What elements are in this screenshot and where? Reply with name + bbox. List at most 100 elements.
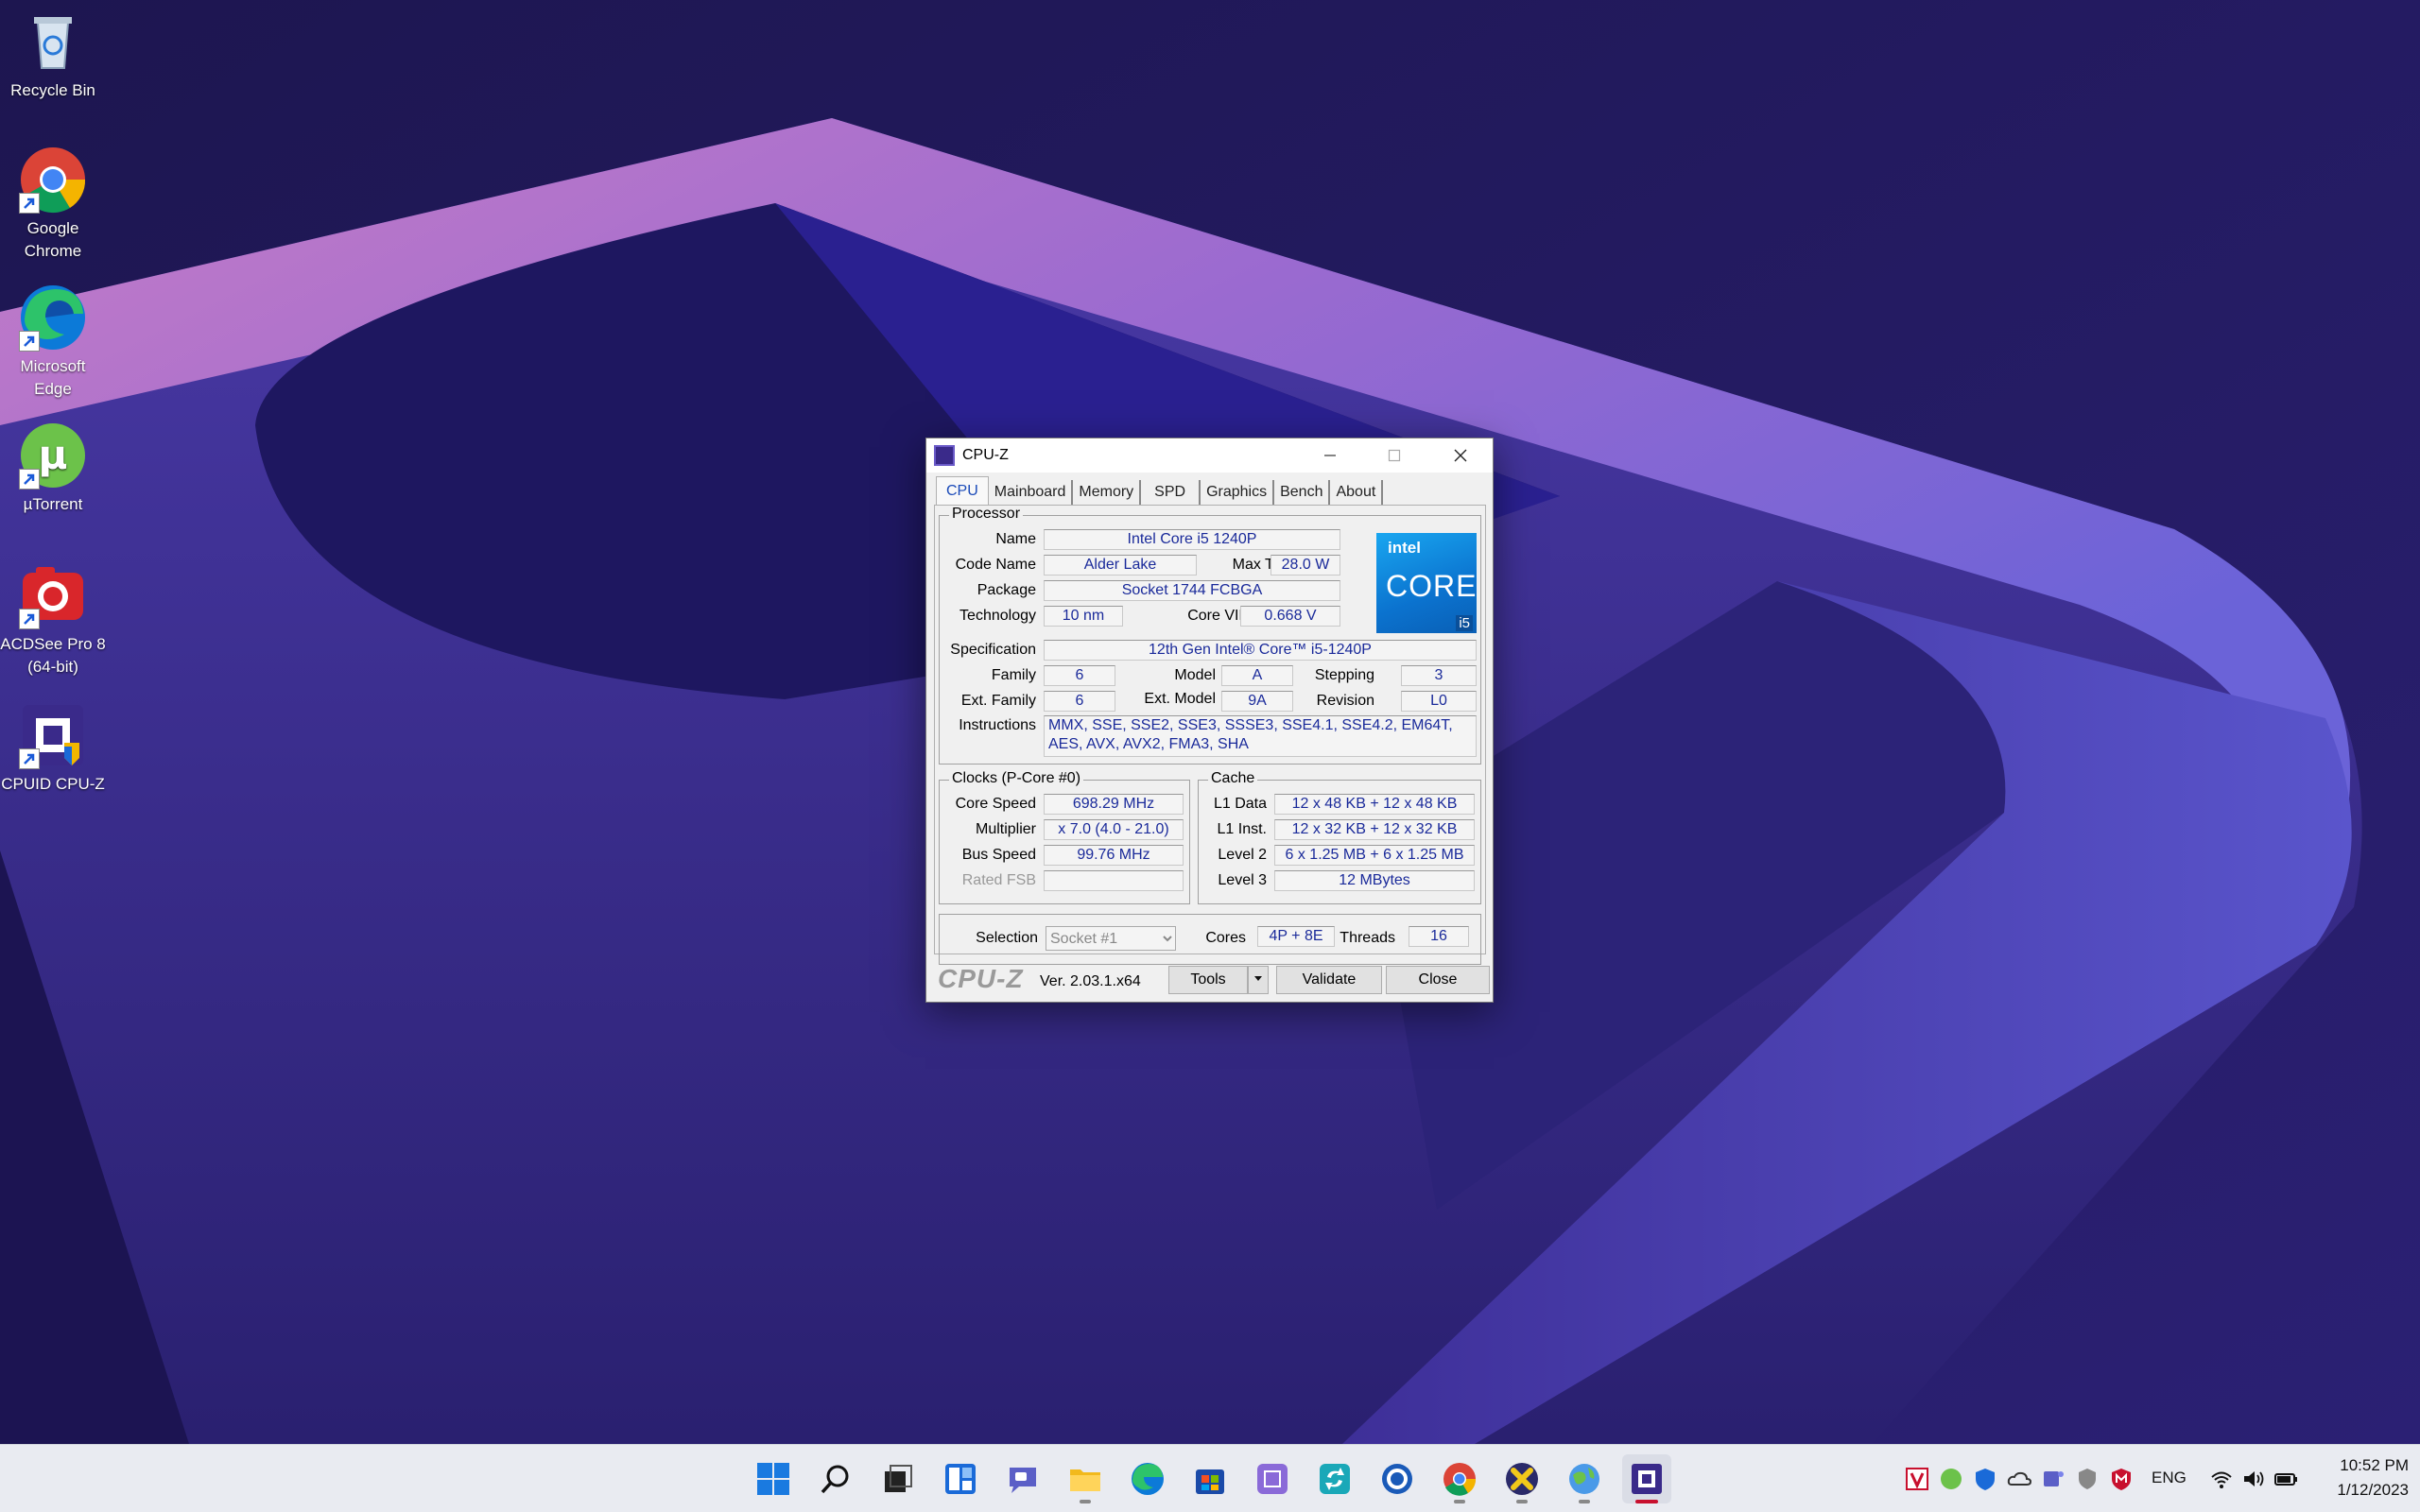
minimize-button[interactable]: [1298, 438, 1362, 472]
name-label: Name: [995, 531, 1036, 547]
extfamily-label: Ext. Family: [960, 693, 1036, 709]
desktop-icon-acdsee[interactable]: ACDSee Pro 8 (64-bit): [0, 559, 106, 679]
app-globe-button[interactable]: [1560, 1454, 1609, 1503]
tab-cpu[interactable]: CPU: [936, 476, 989, 505]
cpuz-brand-logo: CPU-Z: [938, 964, 1024, 993]
tray-mcafee-icon[interactable]: [2108, 1466, 2135, 1492]
busspeed-value: 99.76 MHz: [1044, 845, 1184, 866]
busspeed-label: Bus Speed: [961, 847, 1036, 863]
edge-taskbar-button[interactable]: [1123, 1454, 1172, 1503]
minimize-icon: [1324, 455, 1336, 456]
chrome-icon: [1443, 1463, 1477, 1496]
tray-shield-icon[interactable]: [2074, 1466, 2100, 1492]
cpuz-window: CPU-Z CPU Mainboard Memory SPD Graphics …: [925, 438, 1494, 1003]
tools-button[interactable]: Tools: [1168, 966, 1248, 994]
desktop-icon-label: Recycle Bin: [10, 81, 95, 99]
desktop-icon-label: CPUID CPU-Z: [1, 775, 105, 793]
package-value: Socket 1744 FCBGA: [1044, 580, 1340, 601]
store-button[interactable]: [1185, 1454, 1235, 1503]
running-indicator: [1516, 1500, 1528, 1503]
desktop-icon-label: µTorrent: [23, 495, 83, 513]
acdsee-icon: [17, 559, 89, 631]
l1data-value: 12 x 48 KB + 12 x 48 KB: [1274, 794, 1475, 815]
level2-label: Level 2: [1218, 847, 1267, 863]
tray-onedrive-icon[interactable]: [2006, 1466, 2032, 1492]
desktop-icon-edge[interactable]: Microsoft Edge: [0, 282, 106, 401]
chrome-taskbar-button[interactable]: [1435, 1454, 1484, 1503]
version-label: Ver. 2.03.1.x64: [1040, 973, 1141, 989]
tab-about[interactable]: About: [1330, 480, 1384, 505]
close-window-button[interactable]: [1428, 438, 1493, 472]
desktop-icon-cpuz[interactable]: CPUID CPU-Z: [0, 699, 106, 796]
clock-date[interactable]: 1/12/2023: [2316, 1481, 2409, 1500]
store-icon: [1196, 1469, 1224, 1494]
instructions-value: MMX, SSE, SSE2, SSE3, SSSE3, SSE4.1, SSE…: [1044, 715, 1477, 757]
desktop-icon-utorrent[interactable]: µ µTorrent: [0, 420, 106, 516]
edge-icon: [17, 282, 89, 353]
wifi-icon[interactable]: [2208, 1466, 2235, 1492]
app-purple-button[interactable]: [1248, 1454, 1297, 1503]
widgets-icon: [945, 1464, 976, 1494]
utorrent-icon: µ: [17, 420, 89, 491]
tray-teams-icon[interactable]: [2040, 1466, 2066, 1492]
threads-label: Threads: [1340, 930, 1395, 946]
close-button[interactable]: Close: [1386, 966, 1490, 994]
codename-value: Alder Lake: [1044, 555, 1197, 576]
ratedfsb-value: [1044, 870, 1184, 891]
window-footer: CPU-Z Ver. 2.03.1.x64 Tools Validate Clo…: [926, 958, 1493, 1000]
tab-bench[interactable]: Bench: [1274, 480, 1331, 505]
app-sync-button[interactable]: [1310, 1454, 1359, 1503]
desktop-icon-recycle-bin[interactable]: Recycle Bin: [0, 6, 106, 102]
edge-icon: [1132, 1463, 1164, 1495]
stepping-value: 3: [1401, 665, 1477, 686]
selection-label: Selection: [976, 930, 1038, 946]
tab-spd[interactable]: SPD: [1141, 480, 1201, 505]
desktop-icon-label: ACDSee Pro 8 (64-bit): [0, 635, 106, 676]
tools-dropdown-button[interactable]: [1248, 966, 1269, 994]
corevid-value: 0.668 V: [1240, 606, 1340, 627]
language-indicator[interactable]: ENG: [2152, 1469, 2187, 1487]
validate-button[interactable]: Validate: [1276, 966, 1382, 994]
socket-select[interactable]: Socket #1: [1046, 926, 1176, 951]
level3-value: 12 MBytes: [1274, 870, 1475, 891]
cpuz-taskbar-button[interactable]: [1622, 1454, 1671, 1503]
maximize-button[interactable]: [1362, 438, 1426, 472]
shortcut-arrow-icon: [19, 748, 40, 769]
file-explorer-button[interactable]: [1061, 1454, 1110, 1503]
tab-graphics[interactable]: Graphics: [1201, 480, 1275, 505]
ratedfsb-label: Rated FSB: [961, 872, 1036, 888]
tray-utorrent-icon[interactable]: [1938, 1466, 1964, 1492]
revision-label: Revision: [1316, 693, 1374, 709]
running-indicator: [1454, 1500, 1465, 1503]
clock-time[interactable]: 10:52 PM: [2325, 1456, 2409, 1475]
title-bar[interactable]: CPU-Z: [926, 438, 1493, 472]
tray-vivaldi-icon[interactable]: [1904, 1466, 1930, 1492]
app-circle-icon: [1382, 1464, 1412, 1494]
search-button[interactable]: [811, 1454, 860, 1503]
chat-button[interactable]: [998, 1454, 1047, 1503]
intel-core-i5-logo: intel CORE i5: [1376, 533, 1477, 633]
clocks-group-title: Clocks (P-Core #0): [949, 770, 1084, 787]
app-circle-button[interactable]: [1373, 1454, 1422, 1503]
l1inst-value: 12 x 32 KB + 12 x 32 KB: [1274, 819, 1475, 840]
cores-value: 4P + 8E: [1257, 926, 1335, 947]
tab-mainboard[interactable]: Mainboard: [989, 480, 1074, 505]
app-purple-icon: [1257, 1464, 1288, 1494]
shortcut-arrow-icon: [19, 331, 40, 352]
task-view-button[interactable]: [873, 1454, 923, 1503]
start-button[interactable]: [749, 1454, 798, 1503]
extfamily-value: 6: [1044, 691, 1115, 712]
widgets-button[interactable]: [936, 1454, 985, 1503]
app-x-button[interactable]: [1497, 1454, 1547, 1503]
shortcut-arrow-icon: [19, 193, 40, 214]
active-indicator: [1635, 1500, 1658, 1503]
package-label: Package: [977, 582, 1036, 598]
volume-icon[interactable]: [2240, 1466, 2267, 1492]
recycle-bin-icon: [17, 6, 89, 77]
tab-memory[interactable]: Memory: [1073, 480, 1142, 505]
desktop-icon-chrome[interactable]: Google Chrome: [0, 144, 106, 263]
battery-icon[interactable]: [2273, 1466, 2299, 1492]
tray-security-icon[interactable]: [1972, 1466, 1998, 1492]
model-label: Model: [1174, 667, 1216, 683]
dropdown-arrow-icon: [1254, 976, 1262, 981]
